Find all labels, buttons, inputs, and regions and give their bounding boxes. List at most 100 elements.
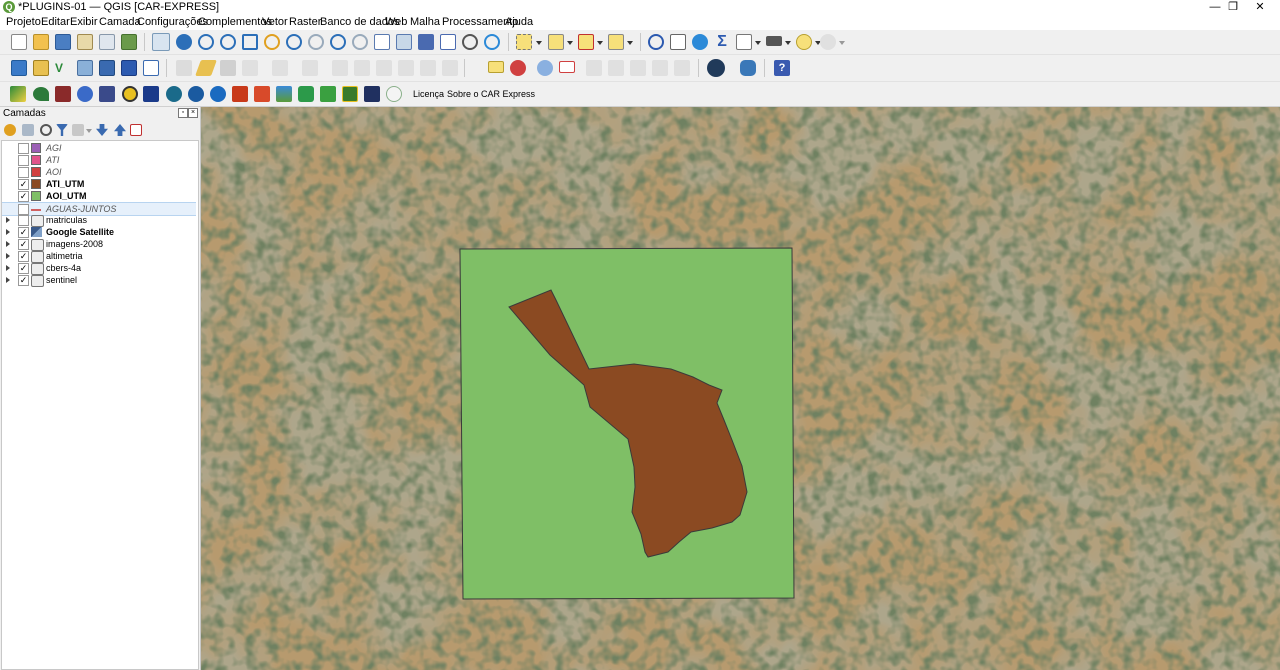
zoom-last-icon[interactable] bbox=[330, 34, 346, 50]
menu-exibir[interactable]: Exibir bbox=[70, 16, 98, 29]
zoom-full-icon[interactable] bbox=[242, 34, 258, 50]
new-project-icon[interactable] bbox=[11, 34, 27, 50]
collapse-all-icon[interactable] bbox=[114, 124, 126, 136]
layer-diagram-icon[interactable] bbox=[510, 60, 526, 76]
layout-manager-icon[interactable] bbox=[99, 34, 115, 50]
menu-projeto[interactable]: Projeto bbox=[6, 16, 41, 29]
car-plugin-3-icon[interactable] bbox=[55, 86, 71, 102]
save-project-icon[interactable] bbox=[55, 34, 71, 50]
car-plugin-18-icon[interactable] bbox=[386, 86, 402, 102]
layer-visibility-checkbox[interactable] bbox=[18, 155, 29, 166]
menu-vetor[interactable]: Vetor bbox=[262, 16, 288, 29]
open-field-calculator-icon[interactable] bbox=[736, 34, 752, 50]
select-features-icon[interactable] bbox=[516, 34, 532, 50]
layer-styling-icon[interactable] bbox=[4, 124, 16, 136]
menu-raster[interactable]: Raster bbox=[289, 16, 321, 29]
layer-row-aoi-utm[interactable]: ✓ AOI_UTM bbox=[2, 190, 196, 202]
float-panel-button[interactable]: ▫ bbox=[178, 108, 188, 118]
layer-row-aoi[interactable]: AOI bbox=[2, 166, 196, 178]
new-print-layout-icon[interactable] bbox=[77, 34, 93, 50]
layer-visibility-checkbox[interactable] bbox=[18, 167, 29, 178]
menu-malha[interactable]: Malha bbox=[410, 16, 440, 29]
car-plugin-15-icon[interactable] bbox=[320, 86, 336, 102]
car-plugin-1-icon[interactable] bbox=[10, 86, 26, 102]
car-plugin-10-icon[interactable] bbox=[210, 86, 226, 102]
layer-row-agi[interactable]: AGI bbox=[2, 142, 196, 154]
show-hide-labels-icon[interactable] bbox=[559, 61, 575, 73]
layer-visibility-checkbox[interactable]: ✓ bbox=[18, 239, 29, 250]
car-plugin-4-icon[interactable] bbox=[77, 86, 93, 102]
layer-visibility-checkbox[interactable]: ✓ bbox=[18, 263, 29, 274]
temporal-controller-icon[interactable] bbox=[462, 34, 478, 50]
layer-visibility-checkbox[interactable] bbox=[18, 143, 29, 154]
filter-legend-icon[interactable] bbox=[56, 124, 68, 136]
menu-web[interactable]: Web bbox=[385, 16, 407, 29]
show-bookmarks-icon[interactable] bbox=[440, 34, 456, 50]
layer-visibility-checkbox[interactable]: ✓ bbox=[18, 251, 29, 262]
car-plugin-11-icon[interactable] bbox=[232, 86, 248, 102]
data-source-manager-icon[interactable] bbox=[11, 60, 27, 76]
zoom-to-selection-icon[interactable] bbox=[264, 34, 280, 50]
plugin-globe-icon[interactable] bbox=[707, 59, 725, 77]
layer-row-imagens-2008[interactable]: ✓ imagens-2008 bbox=[2, 238, 196, 251]
deselect-all-icon[interactable] bbox=[578, 34, 594, 50]
layer-visibility-checkbox[interactable]: ✓ bbox=[18, 179, 29, 190]
car-plugin-7-icon[interactable] bbox=[143, 86, 159, 102]
statistics-sum-icon[interactable]: Σ bbox=[714, 34, 730, 50]
help-icon[interactable]: ? bbox=[774, 60, 790, 76]
licenca-button[interactable]: Licença bbox=[413, 88, 444, 100]
car-plugin-9-icon[interactable] bbox=[188, 86, 204, 102]
map-canvas[interactable] bbox=[201, 107, 1280, 670]
layer-row-ati[interactable]: ATI bbox=[2, 154, 196, 166]
add-vector-layer-icon[interactable] bbox=[33, 60, 49, 76]
expand-arrow-icon[interactable] bbox=[6, 277, 10, 283]
zoom-in-icon[interactable] bbox=[198, 34, 214, 50]
new-map-view-icon[interactable] bbox=[374, 34, 390, 50]
menu-editar[interactable]: Editar bbox=[41, 16, 70, 29]
car-plugin-2-icon[interactable] bbox=[33, 87, 49, 101]
layer-row-sentinel[interactable]: ✓ sentinel bbox=[2, 274, 196, 287]
attribute-table-icon[interactable] bbox=[670, 34, 686, 50]
expand-arrow-icon[interactable] bbox=[6, 253, 10, 259]
sobre-car-express-button[interactable]: Sobre o CAR Express bbox=[447, 88, 535, 100]
pan-map-icon[interactable] bbox=[152, 33, 170, 51]
add-wms-layer-icon[interactable] bbox=[99, 60, 115, 76]
car-plugin-13-icon[interactable] bbox=[276, 86, 292, 102]
processing-toolbox-icon[interactable] bbox=[692, 34, 708, 50]
identify-features-icon[interactable] bbox=[648, 34, 664, 50]
car-plugin-8-icon[interactable] bbox=[166, 86, 182, 102]
select-by-value-icon[interactable] bbox=[548, 34, 564, 50]
new-layer-v-icon[interactable]: V bbox=[55, 60, 71, 76]
layer-visibility-checkbox[interactable] bbox=[18, 215, 29, 226]
expand-arrow-icon[interactable] bbox=[6, 217, 10, 223]
manage-visibility-icon[interactable] bbox=[40, 124, 52, 136]
layer-labeling-icon[interactable] bbox=[488, 61, 504, 73]
python-console-icon[interactable] bbox=[740, 60, 756, 76]
car-plugin-17-icon[interactable] bbox=[364, 86, 380, 102]
zoom-out-icon[interactable] bbox=[220, 34, 236, 50]
close-panel-button[interactable]: × bbox=[188, 108, 198, 118]
car-plugin-6-icon[interactable] bbox=[122, 86, 138, 102]
expand-arrow-icon[interactable] bbox=[6, 241, 10, 247]
menu-ajuda[interactable]: Ajuda bbox=[505, 16, 533, 29]
car-plugin-14-icon[interactable] bbox=[298, 86, 314, 102]
layer-visibility-checkbox[interactable]: ✓ bbox=[18, 227, 29, 238]
layer-row-cbers-4a[interactable]: ✓ cbers-4a bbox=[2, 262, 196, 275]
new-bookmark-icon[interactable] bbox=[418, 34, 434, 50]
pin-labels-icon[interactable] bbox=[537, 60, 553, 76]
layer-row-google-satellite[interactable]: ✓ Google Satellite bbox=[2, 226, 196, 238]
style-manager-icon[interactable] bbox=[121, 34, 137, 50]
zoom-next-icon[interactable] bbox=[352, 34, 368, 50]
car-plugin-16-icon[interactable] bbox=[342, 86, 358, 102]
refresh-icon[interactable] bbox=[484, 34, 500, 50]
car-plugin-12-icon[interactable] bbox=[254, 86, 270, 102]
remove-layer-icon[interactable] bbox=[130, 124, 142, 136]
add-group-icon[interactable] bbox=[22, 124, 34, 136]
add-delimited-text-icon[interactable] bbox=[143, 60, 159, 76]
pan-to-selection-icon[interactable] bbox=[176, 34, 192, 50]
car-plugin-5-icon[interactable] bbox=[99, 86, 115, 102]
layer-row-matriculas[interactable]: matriculas bbox=[2, 214, 196, 227]
zoom-native-icon[interactable] bbox=[308, 34, 324, 50]
layer-visibility-checkbox[interactable]: ✓ bbox=[18, 191, 29, 202]
layer-visibility-checkbox[interactable]: ✓ bbox=[18, 275, 29, 286]
